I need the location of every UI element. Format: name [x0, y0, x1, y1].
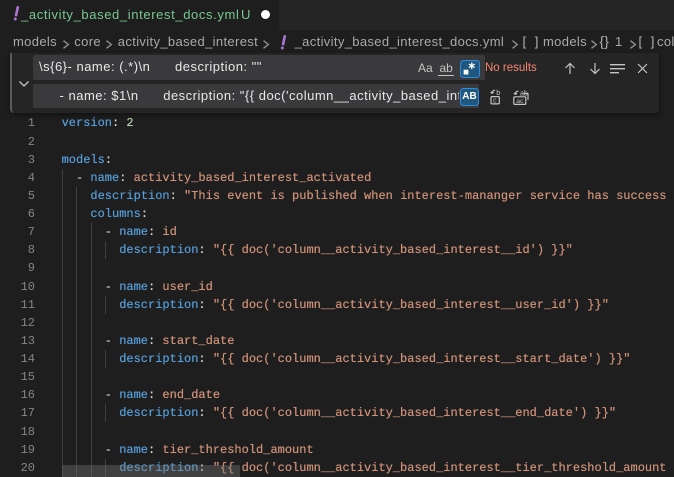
- svg-text:ac: ac: [516, 98, 524, 105]
- svg-text:c: c: [493, 98, 497, 105]
- svg-text:b: b: [496, 88, 500, 97]
